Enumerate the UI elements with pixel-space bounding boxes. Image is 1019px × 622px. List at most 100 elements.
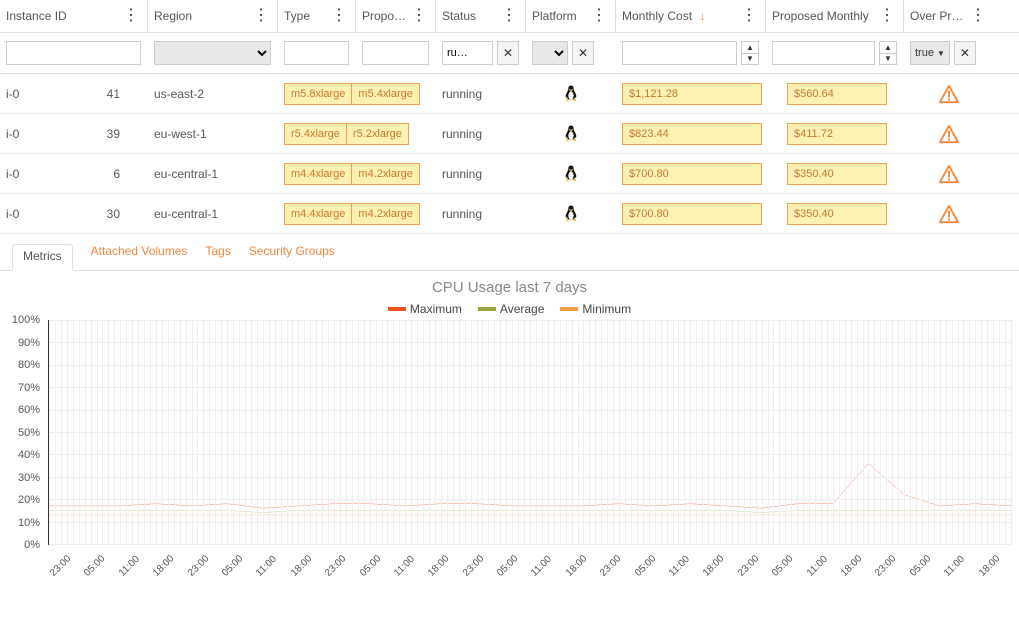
legend-item-maximum[interactable]: Maximum [388, 302, 462, 316]
gridline-v [376, 320, 377, 544]
col-label: Propos… [362, 9, 409, 23]
gridline-v [678, 320, 679, 544]
gridline-v [459, 320, 460, 544]
gridline-v [49, 320, 50, 544]
spinner[interactable]: ▲ ▼ [879, 41, 897, 65]
gridline-v [150, 320, 151, 544]
filter-input[interactable] [6, 41, 141, 65]
gridline-v [186, 320, 187, 544]
gridline-v [572, 320, 573, 544]
gridline-v [868, 320, 869, 544]
col-status[interactable]: Status ⋮ [436, 0, 526, 32]
spinner-down-icon[interactable]: ▼ [880, 54, 896, 65]
col-menu-icon[interactable]: ⋮ [589, 8, 609, 24]
gridline-v [940, 320, 941, 544]
filter-clear-button[interactable]: ✕ [954, 41, 976, 65]
gridline-v [102, 320, 103, 544]
gridline-v [221, 320, 222, 544]
spinner-up-icon[interactable]: ▲ [742, 42, 758, 54]
spinner-down-icon[interactable]: ▼ [742, 54, 758, 65]
tab-security-groups[interactable]: Security Groups [249, 244, 335, 264]
filter-clear-button[interactable]: ✕ [497, 41, 519, 65]
gridline-v [310, 320, 311, 544]
filter-select[interactable]: true ▼ [910, 41, 950, 65]
legend-item-average[interactable]: Average [478, 302, 544, 316]
y-tick-label: 60% [0, 404, 40, 416]
cell-monthly-cost: $700.80 [616, 163, 781, 185]
gridline-v [554, 320, 555, 544]
spinner[interactable]: ▲ ▼ [741, 41, 759, 65]
tab-metrics[interactable]: Metrics [12, 244, 73, 271]
filter-input[interactable] [284, 41, 349, 65]
gridline-v [304, 320, 305, 544]
filter-proposed-monthly: ▲ ▼ [766, 41, 904, 65]
col-menu-icon[interactable]: ⋮ [877, 8, 897, 24]
gridline-v [281, 320, 282, 544]
col-over-prov[interactable]: Over Prov… ⋮ [904, 0, 994, 32]
col-instance-id[interactable]: Instance ID ⋮ [0, 0, 148, 32]
col-menu-icon[interactable]: ⋮ [499, 8, 519, 24]
gridline-v [643, 320, 644, 544]
cell-instance-id: i-0 30 [0, 207, 148, 221]
col-menu-icon[interactable]: ⋮ [409, 8, 429, 24]
gridline-v [857, 320, 858, 544]
spinner-up-icon[interactable]: ▲ [880, 42, 896, 54]
col-menu-icon[interactable]: ⋮ [329, 8, 349, 24]
gridline-v [975, 320, 976, 544]
table-row[interactable]: i-0 41 us-east-2 m5.8xlarge m5.4xlarge r… [0, 74, 1019, 114]
gridline-v [352, 320, 353, 544]
gridline-v [197, 320, 198, 544]
gridline-v [999, 320, 1000, 544]
col-type[interactable]: Type ⋮ [278, 0, 356, 32]
table-row[interactable]: i-0 6 eu-central-1 m4.4xlarge m4.2xlarge… [0, 154, 1019, 194]
table-row[interactable]: i-0 30 eu-central-1 m4.4xlarge m4.2xlarg… [0, 194, 1019, 234]
col-platform[interactable]: Platform ⋮ [526, 0, 616, 32]
y-tick-label: 100% [0, 314, 40, 326]
col-monthly-cost[interactable]: Monthly Cost ↓ ⋮ [616, 0, 766, 32]
linux-icon [563, 85, 579, 104]
pcost-chip: $560.64 [787, 83, 887, 105]
col-proposed-monthly[interactable]: Proposed Monthly ⋮ [766, 0, 904, 32]
cell-platform [526, 125, 616, 143]
cell-over-prov [904, 124, 994, 144]
gridline-v [465, 320, 466, 544]
cell-platform [526, 205, 616, 223]
filter-clear-button[interactable]: ✕ [572, 41, 594, 65]
filter-input[interactable] [772, 41, 875, 65]
y-tick-label: 40% [0, 449, 40, 461]
gridline-v [1005, 320, 1006, 544]
cell-region: us-east-2 [148, 87, 278, 101]
col-proposed[interactable]: Propos… ⋮ [356, 0, 436, 32]
tab-attached-volumes[interactable]: Attached Volumes [91, 244, 188, 264]
cost-chip: $1,121.28 [622, 83, 762, 105]
gridline-v [55, 320, 56, 544]
filter-select[interactable] [154, 41, 271, 65]
table-row[interactable]: i-0 39 eu-west-1 r5.4xlarge r5.2xlarge r… [0, 114, 1019, 154]
filter-input[interactable] [362, 41, 429, 65]
gridline-v [144, 320, 145, 544]
gridline-v [97, 320, 98, 544]
gridline-v [548, 320, 549, 544]
col-menu-icon[interactable]: ⋮ [251, 8, 271, 24]
cell-proposed-monthly: $350.40 [781, 203, 904, 225]
col-region[interactable]: Region ⋮ [148, 0, 278, 32]
tab-tags[interactable]: Tags [205, 244, 230, 264]
col-menu-icon[interactable]: ⋮ [121, 8, 141, 24]
pcost-chip: $350.40 [787, 203, 887, 225]
gridline-v [803, 320, 804, 544]
col-menu-icon[interactable]: ⋮ [739, 8, 759, 24]
gridline-v [358, 320, 359, 544]
filter-row: ✕ ✕ ▲ ▼ ▲ ▼ true ▼ ✕ [0, 33, 1019, 74]
cell-region: eu-central-1 [148, 167, 278, 181]
cell-status: running [436, 167, 526, 181]
legend-item-minimum[interactable]: Minimum [560, 302, 631, 316]
gridline-v [922, 320, 923, 544]
gridline-v [613, 320, 614, 544]
col-menu-icon[interactable]: ⋮ [968, 8, 988, 24]
filter-select[interactable] [532, 41, 568, 65]
gridline-v [387, 320, 388, 544]
gridline-v [684, 320, 685, 544]
filter-input[interactable] [622, 41, 737, 65]
gridline-v [447, 320, 448, 544]
filter-input[interactable] [442, 41, 493, 65]
